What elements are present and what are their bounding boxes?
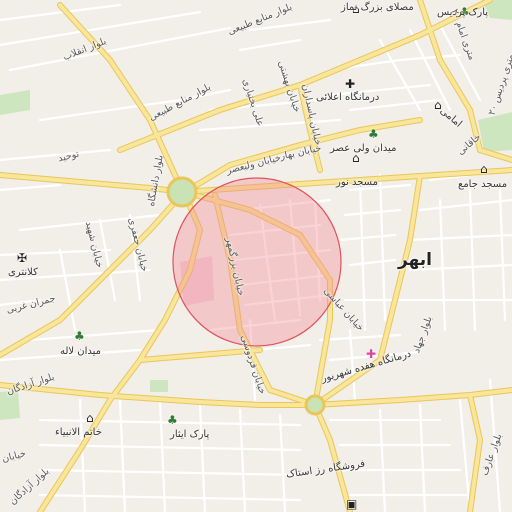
map-view[interactable]: ♣ ⌂ ✚ ♣ ⌂ ⌂ ⌂ ✠ ♣ ✚ ⌂ ♣ ▣ پارک پردیس مصل… bbox=[0, 0, 512, 512]
shop-icon[interactable]: ▣ bbox=[346, 498, 357, 510]
label-masjed-nour[interactable]: مسجد نور bbox=[336, 178, 378, 188]
tree-icon[interactable]: ♣ bbox=[74, 330, 85, 342]
tree-icon[interactable]: ♣ bbox=[167, 414, 178, 426]
label-khatam[interactable]: خاتم الانبیاء bbox=[55, 428, 102, 438]
city-label[interactable]: ابهر bbox=[398, 252, 432, 269]
label-vali-asr-square[interactable]: میدان ولی عصر bbox=[330, 144, 396, 154]
label-mosalla[interactable]: مصلای بزرگ نماز bbox=[341, 3, 414, 13]
hospital-icon[interactable]: ✚ bbox=[345, 78, 355, 90]
police-icon[interactable]: ✠ bbox=[17, 252, 27, 264]
mosque-icon[interactable]: ⌂ bbox=[480, 163, 488, 175]
label-kolanteri[interactable]: کلانتری bbox=[8, 268, 38, 278]
mosque-icon[interactable]: ⌂ bbox=[86, 412, 94, 424]
label-darmongah-aalaee[interactable]: درمانگاه اعلائی bbox=[316, 93, 379, 103]
label-meydan-laleh[interactable]: میدان لاله bbox=[60, 347, 101, 357]
tree-icon[interactable]: ♣ bbox=[368, 128, 379, 140]
highlight-circle bbox=[172, 177, 342, 347]
label-masjed-jame[interactable]: مسجد جامع bbox=[458, 180, 507, 190]
label-park-isar[interactable]: پارک ایثار bbox=[170, 430, 209, 440]
